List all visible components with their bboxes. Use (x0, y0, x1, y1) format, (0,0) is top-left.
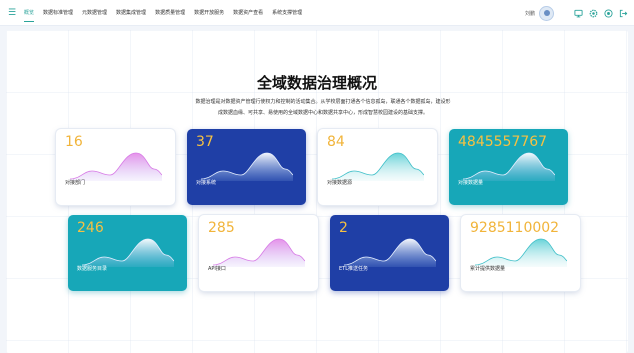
stat-value: 4845557767 (458, 134, 548, 150)
wave-chart-icon (82, 238, 174, 267)
stat-card-data-volume[interactable]: 4845557767 对接数据量 (449, 129, 568, 205)
wave-chart-icon (201, 152, 293, 181)
nav-item-data-standard[interactable]: 数据标准管理 (43, 0, 73, 26)
nav-item-metadata[interactable]: 元数据管理 (82, 0, 107, 26)
user-area: 刘鹏 (525, 0, 628, 26)
logout-icon[interactable] (619, 9, 628, 18)
main-nav: 概览 数据标准管理 元数据管理 数据集成管理 数据质量管理 数据开放服务 数据资… (24, 0, 311, 26)
stat-card-systems[interactable]: 37 对接系统 (187, 129, 306, 205)
nav-item-data-open-service[interactable]: 数据开放服务 (194, 0, 224, 26)
stat-value: 84 (327, 134, 345, 150)
wave-chart-icon (463, 152, 555, 181)
wave-chart-icon (332, 152, 424, 181)
wave-area (463, 153, 555, 181)
wave-chart-icon (475, 238, 567, 267)
page-description: 数据治理是对数据资产管理行使权力和控制的活动集合。从学校层面打通各个信息孤岛，联… (158, 97, 488, 119)
stat-label: API接口 (208, 266, 226, 272)
description-line-1: 数据治理是对数据资产管理行使权力和控制的活动集合。从学校层面打通各个信息孤岛，联… (195, 99, 451, 105)
wave-chart-icon (344, 238, 436, 267)
gear-icon[interactable] (589, 9, 598, 18)
wave-chart-icon (70, 152, 162, 181)
stat-label: ETL推送任务 (339, 266, 368, 272)
stat-card-departments[interactable]: 16 对接部门 (56, 129, 175, 205)
wave-area (475, 239, 567, 267)
nav-item-data-quality[interactable]: 数据质量管理 (155, 0, 185, 26)
stat-label: 累计提供数据量 (470, 266, 506, 272)
stat-label: 对接数据量 (458, 180, 484, 186)
wave-area (82, 239, 174, 267)
wave-area (70, 153, 162, 181)
menu-icon[interactable]: ☰ (6, 0, 18, 26)
stat-value: 9285110002 (470, 220, 560, 236)
nav-item-system-support[interactable]: 系统支撑管理 (272, 0, 302, 26)
stat-label: 对接数据源 (327, 180, 353, 186)
stat-card-service-catalog[interactable]: 246 数据服务目录 (68, 215, 187, 291)
description-line-2: 成数据血缘、可共享、易使用的全域数据中心和数据共享中心，形成智慧校园建设的基础支… (217, 110, 428, 116)
stat-card-data-sources[interactable]: 84 对接数据源 (318, 129, 437, 205)
user-name[interactable]: 刘鹏 (525, 10, 535, 17)
top-navigation-bar: ☰ 概览 数据标准管理 元数据管理 数据集成管理 数据质量管理 数据开放服务 数… (0, 0, 634, 26)
wave-area (201, 153, 293, 181)
stat-label: 数据服务目录 (77, 266, 108, 272)
help-icon[interactable] (604, 8, 613, 18)
nav-item-data-integration[interactable]: 数据集成管理 (116, 0, 146, 26)
wave-chart-icon (213, 238, 305, 267)
nav-item-data-asset[interactable]: 数据资产查看 (233, 0, 263, 26)
wave-area (332, 153, 424, 181)
stat-card-etl-tasks[interactable]: 2 ETL推送任务 (330, 215, 449, 291)
wave-area (213, 239, 305, 267)
stat-value: 2 (339, 220, 348, 236)
stat-value: 37 (196, 134, 214, 150)
page-title: 全域数据治理概况 (256, 74, 377, 92)
stat-value: 285 (208, 220, 235, 236)
stat-label: 对接部门 (65, 180, 86, 186)
stat-value: 246 (77, 220, 104, 236)
stat-card-api[interactable]: 285 API接口 (199, 215, 318, 291)
stat-card-total-provided[interactable]: 9285110002 累计提供数据量 (461, 215, 580, 291)
stat-value: 16 (65, 134, 83, 150)
stat-label: 对接系统 (196, 180, 217, 186)
nav-item-overview[interactable]: 概览 (24, 0, 35, 26)
wave-area (344, 239, 436, 267)
avatar[interactable] (539, 5, 554, 21)
monitor-icon[interactable] (574, 9, 583, 18)
